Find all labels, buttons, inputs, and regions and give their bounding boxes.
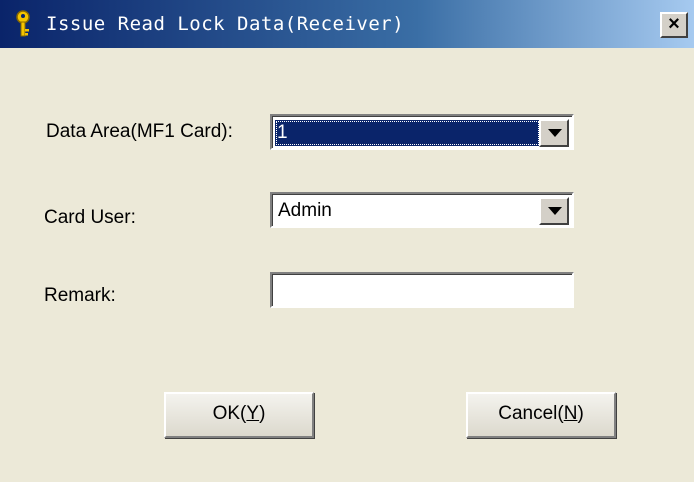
ok-label-prefix: OK( — [212, 403, 247, 424]
chevron-down-icon[interactable] — [539, 197, 569, 225]
ok-label-suffix: ) — [259, 403, 266, 424]
cancel-mnemonic: N — [563, 403, 578, 424]
key-icon — [16, 10, 30, 37]
close-button[interactable]: × — [660, 12, 688, 38]
cancel-label-prefix: Cancel( — [498, 403, 564, 424]
ok-mnemonic: Y — [246, 403, 260, 424]
card-user-dropdown[interactable]: Admin — [270, 192, 574, 228]
remark-value — [276, 278, 278, 304]
data-area-dropdown[interactable]: 1 — [270, 114, 574, 150]
window-title: Issue Read Lock Data(Receiver) — [46, 13, 405, 35]
card-user-label: Card User: — [44, 207, 136, 228]
chevron-down-icon[interactable] — [539, 119, 569, 147]
ok-button[interactable]: OK(Y) — [164, 392, 314, 438]
remark-input[interactable] — [270, 272, 574, 308]
title-bar[interactable]: Issue Read Lock Data(Receiver) × — [0, 0, 694, 48]
issue-read-lock-dialog: Issue Read Lock Data(Receiver) × Data Ar… — [0, 0, 696, 482]
cancel-label-suffix: ) — [577, 403, 584, 424]
close-icon: × — [668, 13, 680, 35]
remark-label: Remark: — [44, 285, 116, 306]
data-area-label: Data Area(MF1 Card): — [46, 121, 233, 142]
card-user-value: Admin — [278, 200, 332, 221]
data-area-value: 1 — [275, 120, 540, 146]
cancel-button[interactable]: Cancel(N) — [466, 392, 616, 438]
